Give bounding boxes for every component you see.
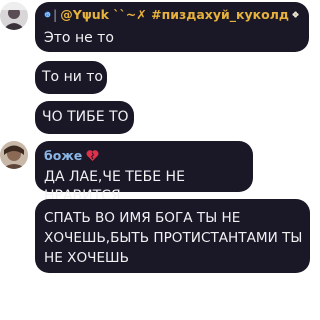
blue-swirl-icon <box>44 10 51 18</box>
sender-avatar[interactable] <box>0 2 28 30</box>
message-text: То ни то <box>42 69 103 85</box>
sender-name[interactable]: боже <box>44 146 82 165</box>
flower-icon <box>292 10 299 18</box>
message-text: Это не то <box>44 30 114 46</box>
message-text: СПАТЬ ВО ИМЯ БОГА ТЫ НЕ ХОЧЕШЬ,БЫТЬ ПРОТ… <box>44 210 303 266</box>
message-bubble[interactable]: ЧО ТИБЕ ТО <box>35 101 134 134</box>
message-bubble[interactable]: | @Yψuk ``~✗ #пиздахуй_куколд Это не то <box>35 2 309 52</box>
message-bubble[interactable]: боже ДА ЛАЕ,ЧЕ ТЕБЕ НЕ НРАВИТСЯ <box>35 141 253 204</box>
sender-line: боже <box>44 147 253 163</box>
sender-line: | @Yψuk ``~✗ #пиздахуй_куколд <box>44 6 299 22</box>
sender-avatar[interactable] <box>0 141 28 169</box>
chat-thread: | @Yψuk ``~✗ #пиздахуй_куколд Это не то … <box>0 0 311 320</box>
message-bubble[interactable]: То ни то <box>35 61 107 94</box>
message-text: ЧО ТИБЕ ТО <box>42 109 129 125</box>
message-bubble[interactable]: СПАТЬ ВО ИМЯ БОГА ТЫ НЕ ХОЧЕШЬ,БЫТЬ ПРОТ… <box>35 199 310 273</box>
avatar-image-icon <box>0 141 28 169</box>
avatar-image-icon <box>0 2 28 30</box>
sender-name[interactable]: @Yψuk ``~✗ #пиздахуй_куколд <box>60 5 289 24</box>
red-heart-icon <box>86 149 99 161</box>
separator: | <box>53 6 58 22</box>
